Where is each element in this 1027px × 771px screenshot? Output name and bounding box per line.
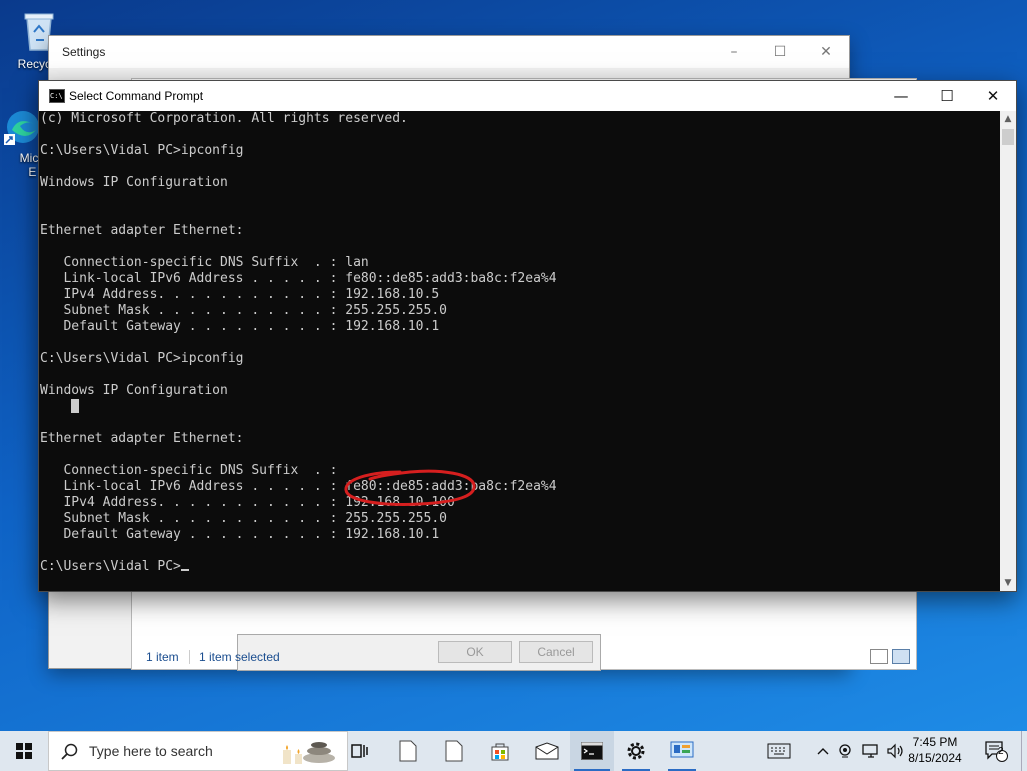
minimize-button[interactable]: – [711,36,757,68]
notifications-icon [985,741,1008,762]
tray-network[interactable] [860,731,882,771]
console-line: Windows IP Configuration [40,175,228,190]
item-count: 1 item [146,650,179,664]
console-line: Connection-specific DNS Suffix . : [40,463,338,478]
maximize-button[interactable]: ☐ [924,81,970,111]
maximize-button[interactable]: ☐ [757,36,803,68]
console-line: Subnet Mask . . . . . . . . . . . : 255.… [40,303,447,318]
console-line: C:\Users\Vidal PC>ipconfig [40,143,244,158]
taskbar: Type here to search 7:45 PM 8/15/2024 2 [0,731,1027,771]
large-icons-view-icon[interactable] [892,649,910,664]
mail-icon [535,742,559,760]
cmd-title: Select Command Prompt [69,89,204,103]
scrollbar-thumb[interactable] [1002,129,1014,145]
webcam-icon [839,744,851,758]
show-desktop-button[interactable] [1021,731,1027,771]
console-line: IPv4 Address. . . . . . . . . . . : 192.… [40,495,455,510]
taskbar-store[interactable] [486,731,514,771]
file-icon [399,740,417,762]
console-line: C:\Users\Vidal PC> [40,559,1000,575]
console-line [40,399,1000,415]
taskbar-file-1[interactable] [394,731,422,771]
taskbar-control-panel[interactable] [668,731,696,771]
task-view-icon [351,744,368,758]
taskbar-settings[interactable] [622,731,650,771]
clock[interactable]: 7:45 PM 8/15/2024 [903,734,967,766]
network-icon [862,744,878,758]
start-button[interactable] [0,731,48,771]
task-view-button[interactable] [346,731,374,771]
red-annotation-circle [344,469,476,506]
clock-time: 7:45 PM [912,735,958,749]
console-line: Connection-specific DNS Suffix . : lan [40,255,369,270]
taskbar-command-prompt[interactable] [570,731,614,771]
selection-cursor [71,399,80,413]
file-icon [445,740,463,762]
selected-count: 1 item selected [199,650,280,664]
console-line: Subnet Mask . . . . . . . . . . . : 255.… [40,511,447,526]
search-highlight-candles-icon [283,742,335,764]
settings-title: Settings [62,45,106,59]
command-prompt-icon [581,742,603,760]
close-button[interactable]: ✕ [970,81,1016,111]
keyboard-icon [767,743,791,759]
vertical-scrollbar[interactable]: ▲ ▼ [1000,111,1016,591]
console-line: Windows IP Configuration [40,383,228,398]
command-prompt-window[interactable]: C:\ Select Command Prompt — ☐ ✕ (c) Micr… [38,80,1017,592]
text-cursor [180,569,189,571]
search-icon [61,743,78,760]
clock-date: 8/15/2024 [908,751,962,765]
console-line: Link-local IPv6 Address . . . . . : fe80… [40,479,557,494]
scroll-up-icon[interactable]: ▲ [1000,111,1016,127]
volume-icon [887,743,903,759]
chevron-up-icon [817,748,829,755]
taskbar-file-2[interactable] [440,731,468,771]
search-placeholder: Type here to search [89,743,213,759]
settings-icon [627,742,645,760]
console-output[interactable]: (c) Microsoft Corporation. All rights re… [39,111,1000,591]
command-prompt-icon: C:\ [49,89,65,103]
settings-titlebar[interactable]: Settings – ☐ ✕ [49,36,849,68]
store-icon [491,743,509,761]
details-view-icon[interactable] [870,649,888,664]
taskbar-search-box[interactable]: Type here to search [48,731,348,771]
windows-logo-icon [16,743,32,759]
action-center-button[interactable]: 2 [978,731,1014,771]
scroll-down-icon[interactable]: ▼ [1000,575,1016,591]
cmd-titlebar[interactable]: C:\ Select Command Prompt — ☐ ✕ [39,81,1016,111]
notification-count-badge: 2 [998,746,1004,757]
status-bar: 1 item 1 item selected [132,645,916,669]
taskbar-mail[interactable] [532,731,562,771]
touch-keyboard-button[interactable] [764,731,794,771]
console-line: Default Gateway . . . . . . . . . : 192.… [40,527,440,542]
console-line: (c) Microsoft Corporation. All rights re… [40,111,408,126]
desktop-icon-label: Mic E [19,151,39,179]
show-hidden-icons-button[interactable] [814,731,832,771]
console-line: Ethernet adapter Ethernet: [40,223,244,238]
control-panel-icon [670,741,694,758]
console-line: IPv4 Address. . . . . . . . . . . : 192.… [40,287,440,302]
tray-meet-now[interactable] [836,731,856,771]
console-line: C:\Users\Vidal PC>ipconfig [40,351,244,366]
console-line: Link-local IPv6 Address . . . . . : fe80… [40,271,557,286]
console-line: Ethernet adapter Ethernet: [40,431,244,446]
close-button[interactable]: ✕ [803,36,849,68]
console-line: Default Gateway . . . . . . . . . : 192.… [40,319,440,334]
minimize-button[interactable]: — [878,81,924,111]
